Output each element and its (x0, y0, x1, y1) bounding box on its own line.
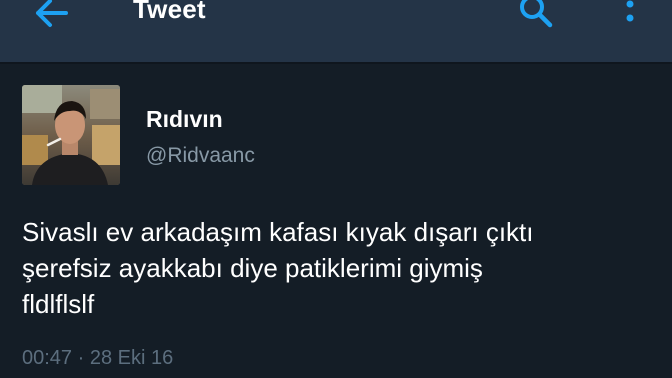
tweet-timestamp: 00:47 · 28 Eki 16 (22, 347, 174, 369)
page-title: Tweet (133, 0, 206, 24)
header-divider (0, 62, 672, 64)
arrow-left-icon (36, 0, 68, 27)
author-avatar[interactable] (22, 85, 120, 185)
tweet-text-line: fldlflslf (22, 289, 95, 319)
tweet-text-line: Sivaslı ev arkadaşım kafası kıyak dışarı… (22, 217, 534, 247)
more-options-button[interactable] (618, 0, 642, 30)
profile-photo (22, 85, 120, 185)
author-handle[interactable]: @Ridvaanc (146, 144, 255, 168)
top-app-bar: Tweet (0, 0, 672, 62)
tweet-text-line: şerefsiz ayakkabı diye patiklerimi giymi… (22, 253, 483, 283)
search-button[interactable] (517, 0, 557, 30)
back-button[interactable] (28, 0, 72, 32)
tweet-text: Sivaslı ev arkadaşım kafası kıyak dışarı… (22, 214, 662, 322)
author-display-name[interactable]: Rıdıvın (146, 106, 223, 133)
search-icon (520, 0, 553, 28)
more-vertical-icon (626, 0, 634, 22)
